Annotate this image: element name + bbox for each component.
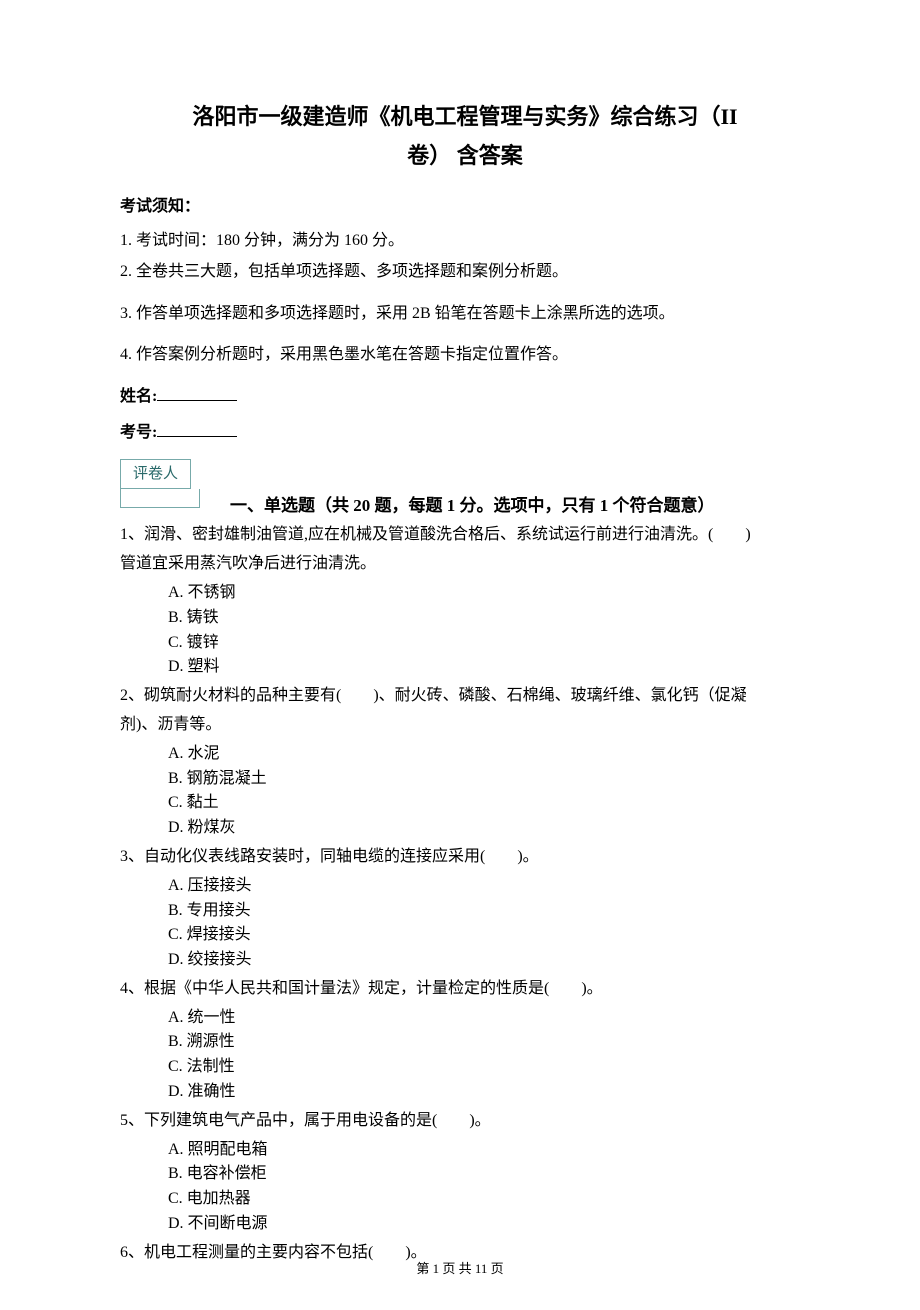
instructions-heading: 考试须知： bbox=[120, 194, 810, 220]
page-title-line2: 卷） 含答案 bbox=[120, 139, 810, 172]
question-2-option-d: D. 粉煤灰 bbox=[168, 816, 810, 841]
grader-box: 评卷人 bbox=[120, 459, 191, 489]
question-1-line1: 1、润滑、密封雄制油管道,应在机械及管道酸洗合格后、系统试运行前进行油清洗。( … bbox=[120, 523, 810, 548]
instruction-4: 4. 作答案例分析题时，采用黑色墨水笔在答题卡指定位置作答。 bbox=[120, 342, 810, 368]
question-4-line1: 4、根据《中华人民共和国计量法》规定，计量检定的性质是( )。 bbox=[120, 977, 810, 1002]
question-1-option-d: D. 塑料 bbox=[168, 655, 810, 680]
question-2-option-b: B. 钢筋混凝土 bbox=[168, 767, 810, 792]
question-3-option-b: B. 专用接头 bbox=[168, 899, 810, 924]
question-3-option-d: D. 绞接接头 bbox=[168, 948, 810, 973]
question-5-option-a: A. 照明配电箱 bbox=[168, 1138, 810, 1163]
page-title-line1: 洛阳市一级建造师《机电工程管理与实务》综合练习（II bbox=[120, 100, 810, 133]
question-5-option-c: C. 电加热器 bbox=[168, 1187, 810, 1212]
grader-underline bbox=[120, 489, 200, 508]
question-2-option-a: A. 水泥 bbox=[168, 742, 810, 767]
instruction-3: 3. 作答单项选择题和多项选择题时，采用 2B 铅笔在答题卡上涂黑所选的选项。 bbox=[120, 301, 810, 327]
exam-no-underline bbox=[157, 420, 237, 437]
instruction-1: 1. 考试时间：180 分钟，满分为 160 分。 bbox=[120, 228, 810, 254]
name-row: 姓名: bbox=[120, 384, 810, 410]
question-1-option-b: B. 铸铁 bbox=[168, 606, 810, 631]
page-footer: 第 1 页 共 11 页 bbox=[0, 1259, 920, 1280]
question-3-option-a: A. 压接接头 bbox=[168, 874, 810, 899]
question-1-line2: 管道宜采用蒸汽吹净后进行油清洗。 bbox=[120, 552, 810, 577]
question-2-line1: 2、砌筑耐火材料的品种主要有( )、耐火砖、磷酸、石棉绳、玻璃纤维、氯化钙（促凝 bbox=[120, 684, 810, 709]
name-underline bbox=[157, 384, 237, 401]
exam-no-row: 考号: bbox=[120, 420, 810, 446]
question-4-option-a: A. 统一性 bbox=[168, 1006, 810, 1031]
question-1-option-c: C. 镀锌 bbox=[168, 631, 810, 656]
exam-no-label: 考号: bbox=[120, 424, 157, 441]
question-2-line2: 剂)、沥青等。 bbox=[120, 713, 810, 738]
question-3-option-c: C. 焊接接头 bbox=[168, 923, 810, 948]
question-4-option-c: C. 法制性 bbox=[168, 1055, 810, 1080]
name-label: 姓名: bbox=[120, 388, 157, 405]
question-4-option-d: D. 准确性 bbox=[168, 1080, 810, 1105]
question-3-line1: 3、自动化仪表线路安装时，同轴电缆的连接应采用( )。 bbox=[120, 845, 810, 870]
question-5-option-d: D. 不间断电源 bbox=[168, 1212, 810, 1237]
question-5-line1: 5、下列建筑电气产品中，属于用电设备的是( )。 bbox=[120, 1109, 810, 1134]
question-4-option-b: B. 溯源性 bbox=[168, 1030, 810, 1055]
section-1-heading: 一、单选题（共 20 题，每题 1 分。选项中，只有 1 个符合题意） bbox=[230, 492, 810, 519]
instruction-2: 2. 全卷共三大题，包括单项选择题、多项选择题和案例分析题。 bbox=[120, 259, 810, 285]
question-5-option-b: B. 电容补偿柜 bbox=[168, 1162, 810, 1187]
question-1-option-a: A. 不锈钢 bbox=[168, 581, 810, 606]
question-2-option-c: C. 黏土 bbox=[168, 791, 810, 816]
